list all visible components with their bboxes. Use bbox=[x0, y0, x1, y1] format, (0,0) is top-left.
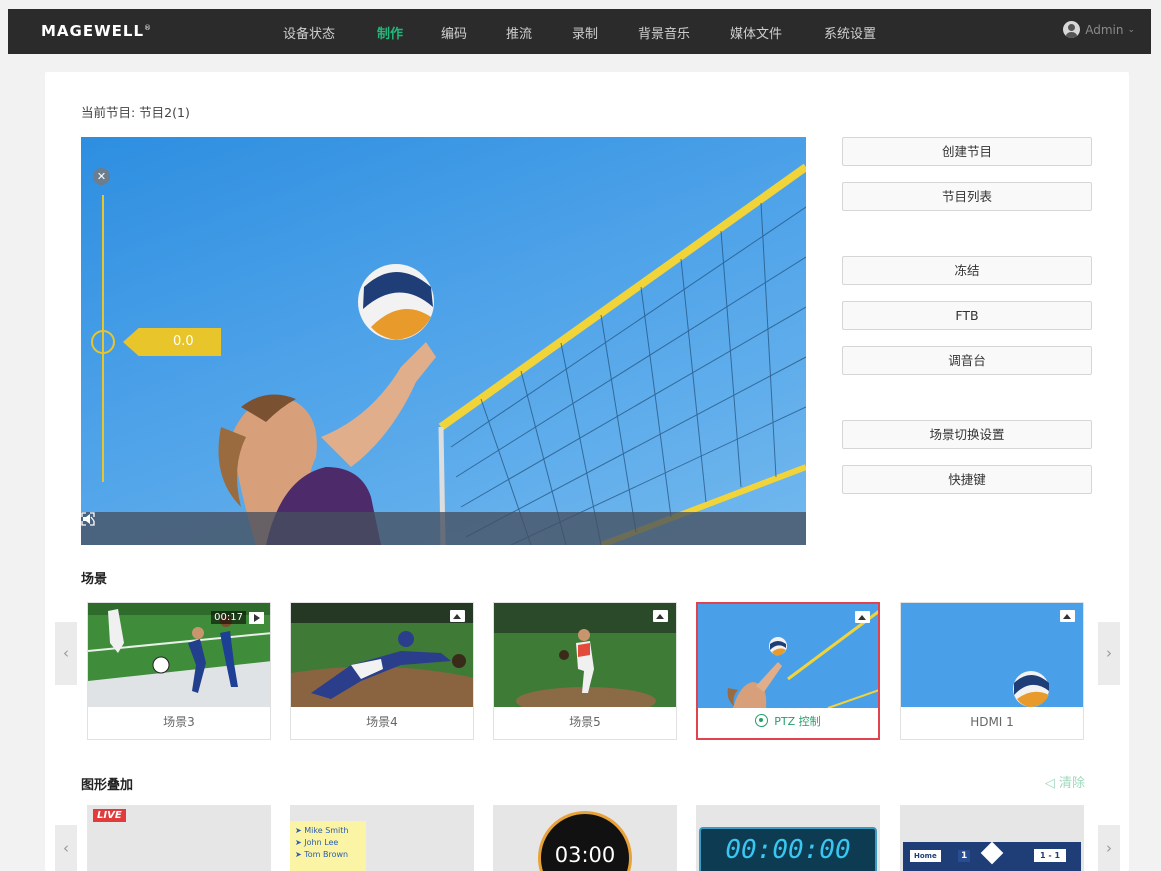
ptz-control-icon[interactable] bbox=[755, 714, 769, 727]
nav-production[interactable]: 制作 bbox=[377, 23, 403, 42]
scene-thumbnail bbox=[494, 603, 676, 707]
shortcuts-button[interactable]: 快捷键 bbox=[842, 465, 1092, 494]
ftb-button[interactable]: FTB bbox=[842, 301, 1092, 330]
name-item: ➤ Mike Smith bbox=[295, 826, 349, 835]
scenes-prev-chevron-left-icon[interactable]: ‹ bbox=[55, 622, 77, 685]
scene-label: 场景3 bbox=[163, 715, 195, 729]
overlay-scoreboard-card[interactable]: Home 1 1 - 1 bbox=[900, 805, 1084, 871]
clear-icon: ◁ bbox=[1044, 776, 1059, 791]
nav-recording[interactable]: 录制 bbox=[572, 23, 598, 42]
user-avatar-icon bbox=[1063, 21, 1081, 38]
clear-label: 清除 bbox=[1058, 776, 1085, 791]
nav-background-music[interactable]: 背景音乐 bbox=[638, 23, 690, 42]
scene-label: 场景4 bbox=[366, 715, 398, 729]
overlay-names-card[interactable]: ➤ Mike Smith ➤ John Lee ➤ Tom Brown bbox=[290, 805, 474, 871]
scene-thumbnail bbox=[698, 604, 878, 708]
scoreboard-result: 1 - 1 bbox=[1034, 849, 1067, 862]
create-program-button[interactable]: 创建节目 bbox=[842, 137, 1092, 166]
clear-overlays-button[interactable]: ◁ 清除 bbox=[1045, 772, 1085, 791]
scene-thumbnail bbox=[901, 603, 1083, 707]
live-badge: LIVE bbox=[93, 809, 126, 822]
program-preview[interactable]: ✕ 0.0 bbox=[81, 137, 806, 545]
fullscreen-icon[interactable] bbox=[81, 512, 95, 526]
image-icon bbox=[1060, 610, 1075, 622]
scoreboard-home-score: 1 bbox=[958, 850, 971, 862]
nav-system-settings[interactable]: 系统设置 bbox=[824, 23, 876, 42]
scene-card[interactable]: 场景4 bbox=[290, 602, 474, 740]
scene-card[interactable]: 场景5 bbox=[493, 602, 677, 740]
logo-trademark: ® bbox=[144, 24, 153, 32]
scene-transition-settings-button[interactable]: 场景切换设置 bbox=[842, 420, 1092, 449]
logo-text: MAGEWELL bbox=[41, 22, 145, 40]
scene-card[interactable]: 00:17 场景3 bbox=[87, 602, 271, 740]
clock-text: 00:00:00 bbox=[725, 835, 851, 865]
scene-card-selected[interactable]: PTZ 控制 bbox=[696, 602, 880, 740]
magewell-logo[interactable]: MAGEWELL® bbox=[41, 22, 152, 40]
scene-card[interactable]: HDMI 1 bbox=[900, 602, 1084, 740]
overlays-prev-chevron-left-icon[interactable]: ‹ bbox=[55, 825, 77, 871]
audio-mixer-button[interactable]: 调音台 bbox=[842, 346, 1092, 375]
audio-level-value: 0.0 bbox=[123, 328, 221, 356]
image-icon bbox=[855, 611, 870, 623]
scenes-title: 场景 bbox=[81, 572, 108, 587]
overlay-countdown-card[interactable]: 03:00 bbox=[493, 805, 677, 871]
scoreboard-home: Home bbox=[910, 850, 941, 862]
image-icon bbox=[653, 610, 668, 622]
name-text: Tom Brown bbox=[304, 850, 349, 859]
scene-label: HDMI 1 bbox=[970, 715, 1014, 729]
scene-thumbnail bbox=[291, 603, 473, 707]
overlays-next-chevron-right-icon[interactable]: › bbox=[1098, 825, 1120, 871]
image-icon bbox=[450, 610, 465, 622]
user-menu[interactable]: Admin ⌄ bbox=[1063, 21, 1135, 38]
program-list-button[interactable]: 节目列表 bbox=[842, 182, 1092, 211]
scene-label: 场景5 bbox=[569, 715, 601, 729]
video-duration: 00:17 bbox=[211, 611, 246, 624]
graphic-overlays-title: 图形叠加 bbox=[81, 778, 134, 793]
chevron-down-icon: ⌄ bbox=[1127, 24, 1135, 35]
production-panel: 当前节目: 节目2(1) ✕ 0.0 创建节目 节目列表 冻结 FTB 调音台 … bbox=[45, 72, 1129, 871]
scenes-next-chevron-right-icon[interactable]: › bbox=[1098, 622, 1120, 685]
scene-label: PTZ 控制 bbox=[698, 705, 878, 738]
overlay-clock-card[interactable]: 00:00:00 bbox=[696, 805, 880, 871]
countdown-text: 03:00 bbox=[554, 843, 616, 867]
nav-streaming[interactable]: 推流 bbox=[506, 23, 532, 42]
nav-device-status[interactable]: 设备状态 bbox=[283, 23, 335, 42]
preview-control-bar bbox=[81, 512, 806, 545]
audio-level-close-icon[interactable]: ✕ bbox=[93, 168, 110, 185]
overlay-live-card[interactable]: LIVE bbox=[87, 805, 271, 871]
name-item: ➤ John Lee bbox=[295, 838, 339, 847]
nav-encoding[interactable]: 编码 bbox=[441, 23, 467, 42]
name-list: ➤ Mike Smith ➤ John Lee ➤ Tom Brown bbox=[290, 821, 366, 871]
nav-media-files[interactable]: 媒体文件 bbox=[730, 23, 782, 42]
play-icon bbox=[249, 611, 264, 624]
top-navigation-bar: MAGEWELL® 设备状态 制作 编码 推流 录制 背景音乐 媒体文件 系统设… bbox=[8, 9, 1151, 54]
name-text: Mike Smith bbox=[304, 826, 349, 835]
name-item: ➤ Tom Brown bbox=[295, 850, 349, 859]
current-program-label: 当前节目: 节目2(1) bbox=[81, 105, 190, 120]
freeze-button[interactable]: 冻结 bbox=[842, 256, 1092, 285]
video-badge: 00:17 bbox=[211, 611, 264, 624]
user-name: Admin bbox=[1085, 22, 1124, 37]
ptz-label: PTZ 控制 bbox=[774, 715, 821, 728]
name-text: John Lee bbox=[304, 838, 339, 847]
audio-level-slider-handle[interactable] bbox=[91, 330, 115, 354]
